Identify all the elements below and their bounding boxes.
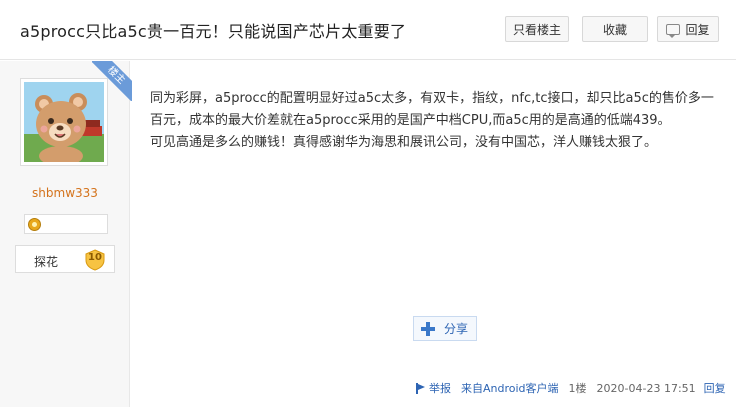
- report-link[interactable]: 举报: [415, 380, 451, 396]
- level-medal-icon: [28, 218, 41, 231]
- reply-button-label: 回复: [685, 22, 710, 37]
- post-paragraph: 同为彩屏，a5procc的配置明显好过a5c太多，有双卡，指纹，nfc,tc接口…: [150, 91, 714, 128]
- post-timestamp: 2020-04-23 17:51: [596, 381, 696, 395]
- author-level-badge: [24, 214, 108, 234]
- share-button[interactable]: 分享: [413, 316, 477, 341]
- comment-icon: [666, 23, 681, 38]
- author-username[interactable]: shbmw333: [0, 186, 130, 200]
- avatar[interactable]: [20, 78, 108, 166]
- rank-level-number: 10: [88, 252, 102, 263]
- floor-number: 1楼: [568, 382, 587, 395]
- post-paragraph: 可见高通是多么的赚钱！真得感谢华为海思和展讯公司，没有中国芯，洋人赚钱太狠了。: [150, 135, 658, 150]
- author-rank-badge[interactable]: 探花 10: [15, 245, 115, 273]
- post-footer: 举报 来自Android客户端 1楼 2020-04-23 17:51 回复: [415, 380, 726, 396]
- reply-link[interactable]: 回复: [704, 380, 726, 396]
- bear-avatar-image: [24, 82, 104, 162]
- post-content: 同为彩屏，a5procc的配置明显好过a5c太多，有双卡，指纹，nfc,tc接口…: [150, 88, 720, 154]
- share-button-label: 分享: [444, 322, 469, 336]
- reply-button[interactable]: 回复: [657, 16, 719, 42]
- thread-title: a5procc只比a5c贵一百元！只能说国产芯片太重要了: [20, 22, 407, 41]
- client-source-link[interactable]: 来自Android客户端: [461, 380, 559, 396]
- flag-icon: [415, 382, 426, 394]
- only-op-button[interactable]: 只看楼主: [505, 16, 569, 42]
- rank-label: 探花: [34, 255, 59, 269]
- report-label: 举报: [429, 382, 451, 395]
- thread-header: a5procc只比a5c贵一百元！只能说国产芯片太重要了 只看楼主 收藏 回复: [0, 0, 736, 60]
- plus-icon: [421, 321, 435, 336]
- author-sidebar: 楼主 shbmw333 探花 10: [0, 61, 132, 407]
- favorite-button[interactable]: 收藏: [582, 16, 648, 42]
